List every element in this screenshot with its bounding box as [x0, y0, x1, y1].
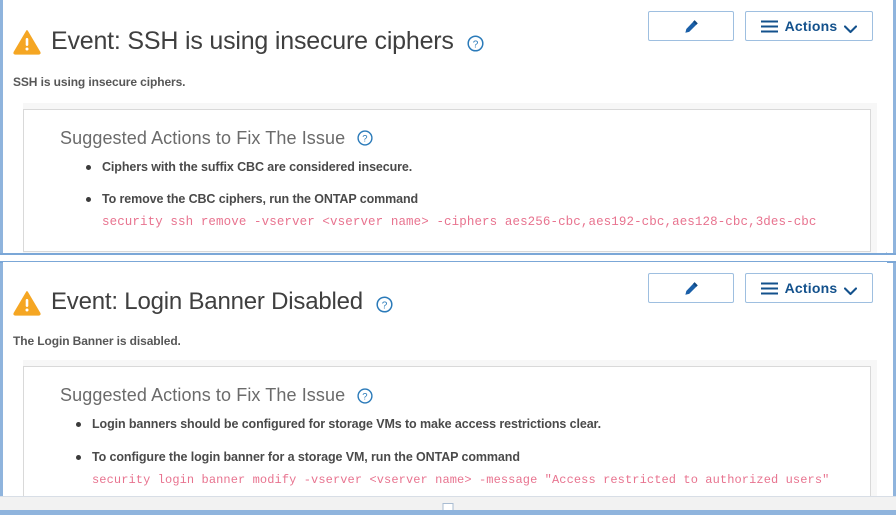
list-item-text: Ciphers with the suffix CBC are consider… [102, 159, 413, 174]
event-description: The Login Banner is disabled. [13, 334, 181, 349]
page-title: Event: Login Banner Disabled [51, 288, 363, 316]
suggested-actions-card: Suggested Actions to Fix The Issue ? Cip… [23, 108, 871, 253]
suggested-actions-wrapper: Suggested Actions to Fix The Issue ? Log… [23, 360, 877, 515]
help-circle-icon[interactable]: ? [467, 35, 484, 52]
list-item-text: To remove the CBC ciphers, run the ONTAP… [102, 192, 419, 207]
list-item-text: To configure the login banner for a stor… [92, 450, 520, 465]
suggested-actions-heading-row: Suggested Actions to Fix The Issue ? [60, 385, 850, 406]
svg-text:?: ? [363, 391, 368, 402]
event-details-window: Event: SSH is using insecure ciphers ? A… [0, 0, 896, 515]
list-item: Ciphers with the suffix CBC are consider… [86, 159, 850, 176]
list-item: To configure the login banner for a stor… [76, 449, 850, 488]
resize-grip[interactable] [442, 503, 454, 514]
panel-header: Event: SSH is using insecure ciphers ? A… [3, 0, 887, 73]
panel-header-actions: Actions [648, 11, 873, 41]
warning-triangle-icon [13, 290, 41, 316]
suggested-actions-card: Suggested Actions to Fix The Issue ? Log… [23, 366, 871, 510]
svg-text:?: ? [382, 300, 388, 311]
suggested-actions-list: Login banners should be configured for s… [44, 416, 850, 488]
list-item: Login banners should be configured for s… [76, 416, 850, 433]
list-item-text: Login banners should be configured for s… [92, 417, 602, 432]
edit-button[interactable] [648, 11, 734, 41]
suggested-actions-heading: Suggested Actions to Fix The Issue [60, 385, 346, 406]
panel-title-group: Event: Login Banner Disabled ? [13, 272, 648, 332]
actions-button[interactable]: Actions [745, 273, 873, 303]
hamburger-icon [760, 20, 778, 33]
actions-button[interactable]: Actions [745, 11, 873, 41]
chevron-down-icon [844, 22, 858, 33]
panel-header-actions: Actions [648, 273, 873, 303]
chevron-down-icon [844, 284, 858, 295]
window-bottom-bar [0, 496, 896, 515]
panel-title-group: Event: SSH is using insecure ciphers ? [13, 10, 648, 73]
panel-header: Event: Login Banner Disabled ? Actions [3, 262, 887, 332]
help-circle-icon[interactable]: ? [357, 130, 373, 146]
actions-button-label: Actions [784, 280, 838, 296]
actions-button-label: Actions [784, 18, 838, 34]
pencil-icon [684, 19, 699, 34]
ontap-command: security ssh remove -vserver <vserver na… [102, 215, 817, 230]
warning-triangle-icon [13, 29, 41, 55]
help-circle-icon[interactable]: ? [376, 296, 393, 313]
ontap-command: security login banner modify -vserver <v… [92, 472, 830, 487]
edit-button[interactable] [648, 273, 734, 303]
event-panel-login-banner: Event: Login Banner Disabled ? Actions T… [3, 262, 887, 515]
suggested-actions-wrapper: Suggested Actions to Fix The Issue ? Cip… [23, 102, 877, 259]
hamburger-icon [760, 282, 778, 295]
suggested-actions-heading-row: Suggested Actions to Fix The Issue ? [60, 128, 850, 149]
suggested-actions-list: Ciphers with the suffix CBC are consider… [44, 159, 850, 232]
help-circle-icon[interactable]: ? [357, 388, 373, 404]
svg-text:?: ? [363, 134, 368, 145]
event-panel-ssh: Event: SSH is using insecure ciphers ? A… [3, 0, 887, 259]
list-item: To remove the CBC ciphers, run the ONTAP… [86, 191, 850, 231]
pencil-icon [684, 281, 699, 296]
page-title: Event: SSH is using insecure ciphers [51, 26, 454, 55]
suggested-actions-heading: Suggested Actions to Fix The Issue [60, 127, 346, 148]
event-description: SSH is using insecure ciphers. [13, 74, 186, 89]
svg-text:?: ? [472, 39, 478, 50]
